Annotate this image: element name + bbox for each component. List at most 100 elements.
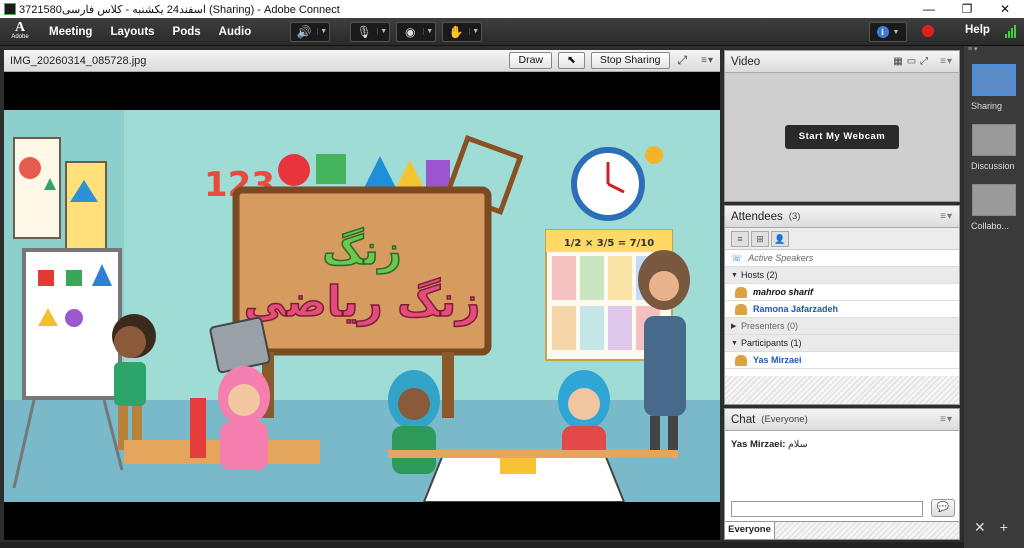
status-bar <box>0 542 964 548</box>
grid-view-icon[interactable]: ▦ <box>893 56 902 67</box>
expand-arrow-icon[interactable]: ▼ <box>731 272 741 279</box>
tools-icon[interactable]: ✕ <box>974 519 986 536</box>
record-indicator-icon[interactable] <box>922 25 934 37</box>
role-view-icon[interactable]: 👤 <box>771 230 789 247</box>
active-speakers-label: Active Speakers <box>748 253 814 263</box>
raise-hand-button[interactable]: ✋ ▼ <box>442 21 483 42</box>
pod-menu-icon[interactable]: ≡▾ <box>940 56 953 67</box>
adobe-logo-letter: A <box>14 20 26 35</box>
chat-tab-everyone[interactable]: Everyone <box>725 521 775 539</box>
speaker-button[interactable]: 🔊 ▼ <box>290 21 331 42</box>
presenters-section[interactable]: ▶ Presenters (0) <box>725 318 959 335</box>
window-title: 3721580اسفند24 يكشنبه - كلاس فارسى (Shar… <box>19 3 340 16</box>
layout-discussion[interactable]: Discussion <box>971 124 1017 171</box>
shared-image: 123... زنگ زنگ ریاضی 1/2 × 3/5 = 7/10 <box>4 110 720 502</box>
participants-label: Participants (1) <box>741 338 802 348</box>
expand-arrow-icon[interactable]: ▼ <box>731 340 741 347</box>
attendee-row[interactable]: Ramona Jafarzadeh <box>725 301 959 318</box>
chat-message: Yas Mirzaei: سلام <box>731 439 953 450</box>
attendees-pod-header: Attendees (3) ≡▾ <box>725 206 959 228</box>
restore-button[interactable]: ❐ <box>948 2 986 16</box>
hosts-section[interactable]: ▼ Hosts (2) <box>725 267 959 284</box>
chevron-down-icon[interactable]: ▼ <box>377 28 389 35</box>
fullscreen-icon[interactable]: ⤢ <box>920 56 928 67</box>
hosts-label: Hosts (2) <box>741 270 778 280</box>
active-speakers-row: ☏ Active Speakers <box>725 250 959 267</box>
attendee-name: mahroo sharif <box>753 287 814 297</box>
chevron-down-icon[interactable]: ▼ <box>469 28 481 35</box>
share-pod-title: IMG_20260314_085728.jpg <box>10 54 147 67</box>
adobe-logo: A Adobe <box>0 18 40 46</box>
layout-thumbnail[interactable] <box>972 64 1016 96</box>
pod-menu-icon[interactable]: ≡▾ <box>940 211 953 222</box>
chevron-down-icon[interactable]: ▼ <box>423 28 435 35</box>
webcam-icon: ◉ <box>405 24 416 39</box>
camera-button[interactable]: ◉ ▼ <box>396 21 437 42</box>
video-pod: Video ▦ ▭ ⤢ ≡▾ Start My Webcam <box>724 50 960 202</box>
layout-sharing[interactable]: Sharing <box>971 64 1017 111</box>
attendees-pod: Attendees (3) ≡▾ ≡ ⊞ 👤 ☏ Active Speakers… <box>724 205 960 405</box>
connection-signal-icon <box>1005 24 1019 38</box>
layout-label: Collabo... <box>971 221 1010 231</box>
chat-author: Yas Mirzaei: <box>731 439 786 450</box>
menu-audio[interactable]: Audio <box>210 26 261 38</box>
attendee-row[interactable]: mahroo sharif <box>725 284 959 301</box>
chat-text: سلام <box>788 439 808 450</box>
add-layout-icon[interactable]: + <box>1000 519 1008 536</box>
layout-collaboration[interactable]: Collabo... <box>971 184 1017 231</box>
chart-header-text: 1/2 × 3/5 = 7/10 <box>564 238 654 249</box>
participant-user-icon <box>735 354 747 366</box>
chat-messages: Yas Mirzaei: سلام <box>725 431 959 495</box>
adobe-logo-text: Adobe <box>11 34 29 40</box>
collapse-arrow-icon[interactable]: ▶ <box>731 322 741 330</box>
menu-layouts[interactable]: Layouts <box>101 26 163 38</box>
chat-tab-strip <box>775 521 959 539</box>
presenters-label: Presenters (0) <box>741 321 799 331</box>
window-titlebar: 3721580اسفند24 يكشنبه - كلاس فارسى (Shar… <box>0 0 1024 18</box>
pod-menu-icon[interactable]: ≡▾ <box>940 414 953 425</box>
stop-sharing-button[interactable]: Stop Sharing <box>590 52 670 69</box>
attendee-toolbar: ≡ ⊞ 👤 <box>725 228 959 250</box>
layout-thumbnail[interactable] <box>972 184 1016 216</box>
rail-menu-icon[interactable]: ≡ ▾ <box>964 46 1024 54</box>
attendee-count: (3) <box>788 211 801 222</box>
microphone-button[interactable]: 🎙 ▼ <box>350 21 391 42</box>
share-pod-header: IMG_20260314_085728.jpg Draw ⬉ Stop Shar… <box>4 50 720 72</box>
app-icon <box>4 3 16 15</box>
help-menu[interactable]: Help <box>965 24 990 36</box>
status-view-icon[interactable]: ⊞ <box>751 230 769 247</box>
board-title-line2: زنگ ریاضی <box>244 277 480 326</box>
video-area: Start My Webcam <box>725 73 959 201</box>
menu-pods[interactable]: Pods <box>164 26 210 38</box>
layout-label: Sharing <box>971 101 1003 111</box>
layout-label: Discussion <box>971 161 1015 171</box>
filmstrip-view-icon[interactable]: ▭ <box>907 56 916 67</box>
close-button[interactable]: ✕ <box>986 2 1024 16</box>
info-button[interactable]: i ▼ <box>869 22 907 42</box>
attendee-row[interactable]: Yas Mirzaei <box>725 352 959 369</box>
attendees-pod-title: Attendees <box>731 210 783 223</box>
fullscreen-icon[interactable]: ⤢ <box>678 53 688 68</box>
attendee-name: Ramona Jafarzadeh <box>753 304 839 314</box>
list-view-icon[interactable]: ≡ <box>731 230 749 247</box>
speaker-icon: 🔊 <box>296 24 312 39</box>
chevron-down-icon[interactable]: ▼ <box>317 28 329 35</box>
board-title-line1: زنگ <box>322 227 401 274</box>
attendees-empty-area <box>725 376 959 404</box>
layouts-rail: ≡ ▾ Sharing Discussion Collabo... ✕ + <box>964 46 1024 548</box>
minimize-button[interactable]: — <box>910 2 948 16</box>
rail-tools: ✕ + <box>974 519 1008 536</box>
layout-thumbnail[interactable] <box>972 124 1016 156</box>
start-webcam-button[interactable]: Start My Webcam <box>785 125 899 149</box>
draw-button[interactable]: Draw <box>509 52 552 69</box>
pod-menu-icon[interactable]: ≡▾ <box>701 55 714 66</box>
pointer-tool-button[interactable]: ⬉ <box>558 52 585 69</box>
speech-bubble-icon: 💬 <box>936 502 950 513</box>
chat-pod: Chat (Everyone) ≡▾ Yas Mirzaei: سلام 💬 E… <box>724 408 960 540</box>
participants-section[interactable]: ▼ Participants (1) <box>725 335 959 352</box>
chat-scope: (Everyone) <box>761 414 808 425</box>
send-message-button[interactable]: 💬 <box>931 499 955 517</box>
menu-meeting[interactable]: Meeting <box>40 26 101 38</box>
chat-input[interactable] <box>731 501 923 517</box>
classroom-illustration: 123... زنگ زنگ ریاضی 1/2 × 3/5 = 7/10 <box>4 110 720 502</box>
